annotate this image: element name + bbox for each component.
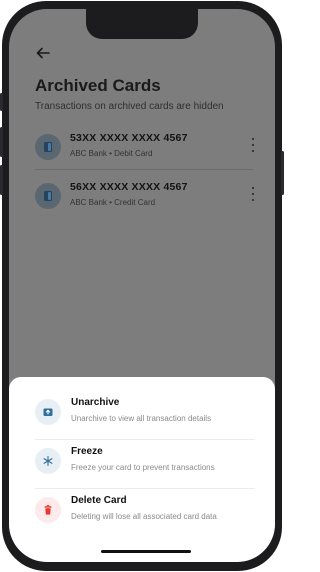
option-title: Delete Card	[71, 495, 127, 506]
page-subtitle: Transactions on archived cards are hidde…	[35, 101, 224, 112]
freeze-option[interactable]: Freeze Freeze your card to prevent trans…	[35, 444, 255, 484]
card-meta: ABC Bank • Credit Card	[70, 198, 156, 207]
card-row-debit[interactable]: 53XX XXXX XXXX 4567 ABC Bank • Debit Car…	[35, 130, 257, 170]
trash-icon	[35, 497, 61, 523]
home-indicator	[101, 550, 191, 553]
card-row-credit[interactable]: 56XX XXXX XXXX 4567 ABC Bank • Credit Ca…	[35, 179, 257, 219]
unarchive-option[interactable]: Unarchive Unarchive to view all transact…	[35, 395, 255, 435]
option-title: Freeze	[71, 446, 103, 457]
divider	[35, 488, 255, 489]
action-bottom-sheet: Unarchive Unarchive to view all transact…	[9, 377, 275, 562]
card-meta: ABC Bank • Debit Card	[70, 149, 153, 158]
card-number: 53XX XXXX XXXX 4567	[70, 132, 188, 144]
divider	[35, 439, 255, 440]
page-title: Archived Cards	[35, 76, 161, 95]
volume-up-button	[0, 127, 3, 157]
mute-switch	[0, 93, 3, 111]
volume-down-button	[0, 165, 3, 195]
option-desc: Freeze your card to prevent transactions	[71, 463, 215, 472]
delete-card-option[interactable]: Delete Card Deleting will lose all assoc…	[35, 493, 255, 533]
screen: Archived Cards Transactions on archived …	[9, 9, 275, 562]
divider	[35, 169, 253, 170]
phone-frame: Archived Cards Transactions on archived …	[0, 1, 284, 571]
notch	[86, 9, 198, 39]
more-options-icon[interactable]	[249, 187, 257, 201]
card-number: 56XX XXXX XXXX 4567	[70, 181, 188, 193]
card-icon	[35, 134, 61, 160]
back-arrow-icon[interactable]	[35, 45, 51, 61]
power-button	[281, 151, 284, 195]
option-desc: Unarchive to view all transaction detail…	[71, 414, 212, 423]
card-icon	[35, 183, 61, 209]
option-desc: Deleting will lose all associated card d…	[71, 512, 217, 521]
option-title: Unarchive	[71, 397, 120, 408]
snowflake-icon	[35, 448, 61, 474]
unarchive-icon	[35, 399, 61, 425]
more-options-icon[interactable]	[249, 138, 257, 152]
